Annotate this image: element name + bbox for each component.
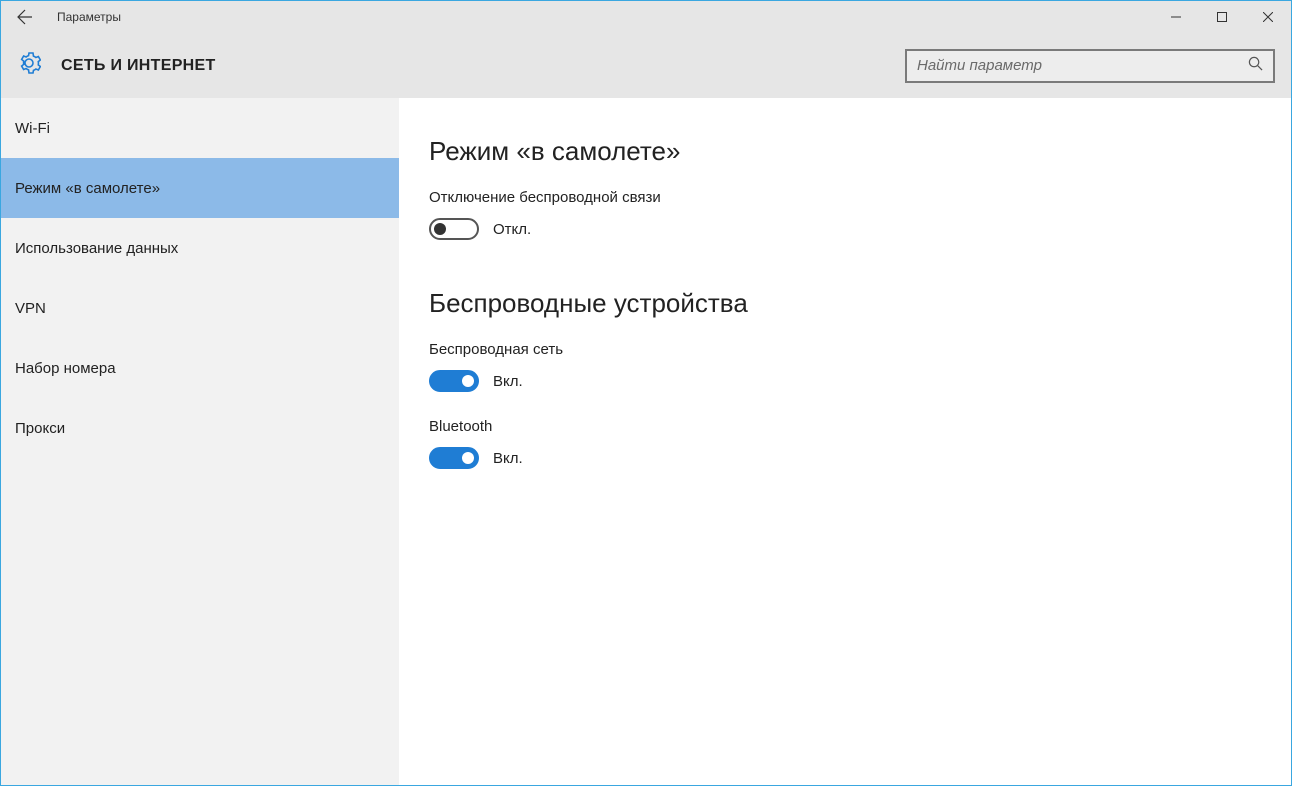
wifi-toggle-row: Вкл. — [429, 370, 1291, 392]
arrow-left-icon — [17, 9, 33, 25]
toggle-knob — [462, 375, 474, 387]
settings-gear-icon[interactable] — [17, 51, 41, 80]
section-title-airplane: Режим «в самолете» — [429, 136, 1291, 167]
maximize-button[interactable] — [1199, 1, 1245, 33]
sidebar: Wi-Fi Режим «в самолете» Использование д… — [1, 98, 399, 785]
close-icon — [1263, 12, 1273, 22]
wifi-toggle-text: Вкл. — [493, 373, 523, 390]
airplane-toggle-text: Откл. — [493, 221, 531, 238]
sidebar-item-label: Wi-Fi — [15, 120, 50, 137]
sidebar-item-airplane-mode[interactable]: Режим «в самолете» — [1, 158, 399, 218]
sidebar-item-label: Использование данных — [15, 240, 178, 257]
sidebar-item-proxy[interactable]: Прокси — [1, 398, 399, 458]
airplane-toggle-row: Откл. — [429, 218, 1291, 240]
section-title-wireless: Беспроводные устройства — [429, 288, 1291, 319]
body: Wi-Fi Режим «в самолете» Использование д… — [1, 98, 1291, 785]
page-title: СЕТЬ И ИНТЕРНЕТ — [61, 57, 216, 75]
airplane-desc: Отключение беспроводной связи — [429, 189, 1291, 206]
wifi-toggle[interactable] — [429, 370, 479, 392]
sidebar-item-dialup[interactable]: Набор номера — [1, 338, 399, 398]
sidebar-item-vpn[interactable]: VPN — [1, 278, 399, 338]
window-title: Параметры — [57, 10, 121, 24]
close-button[interactable] — [1245, 1, 1291, 33]
titlebar: Параметры — [1, 1, 1291, 33]
sidebar-item-label: Прокси — [15, 420, 65, 437]
bluetooth-toggle-text: Вкл. — [493, 450, 523, 467]
minimize-icon — [1171, 12, 1181, 22]
bluetooth-label: Bluetooth — [429, 418, 1291, 435]
airplane-toggle[interactable] — [429, 218, 479, 240]
search-input[interactable] — [917, 57, 1248, 74]
sidebar-item-label: Набор номера — [15, 360, 116, 377]
maximize-icon — [1217, 12, 1227, 22]
toggle-knob — [462, 452, 474, 464]
main-content: Режим «в самолете» Отключение беспроводн… — [399, 98, 1291, 785]
search-icon — [1248, 56, 1263, 76]
minimize-button[interactable] — [1153, 1, 1199, 33]
window-controls — [1153, 1, 1291, 33]
sidebar-item-label: VPN — [15, 300, 46, 317]
settings-window: Параметры СЕТЬ И ИНТЕРНЕТ — [0, 0, 1292, 786]
wifi-label: Беспроводная сеть — [429, 341, 1291, 358]
sidebar-item-data-usage[interactable]: Использование данных — [1, 218, 399, 278]
sidebar-item-wifi[interactable]: Wi-Fi — [1, 98, 399, 158]
sidebar-item-label: Режим «в самолете» — [15, 180, 160, 197]
back-button[interactable] — [1, 1, 49, 33]
bluetooth-toggle[interactable] — [429, 447, 479, 469]
search-box[interactable] — [905, 49, 1275, 83]
toggle-knob — [434, 223, 446, 235]
header: СЕТЬ И ИНТЕРНЕТ — [1, 33, 1291, 98]
bluetooth-toggle-row: Вкл. — [429, 447, 1291, 469]
